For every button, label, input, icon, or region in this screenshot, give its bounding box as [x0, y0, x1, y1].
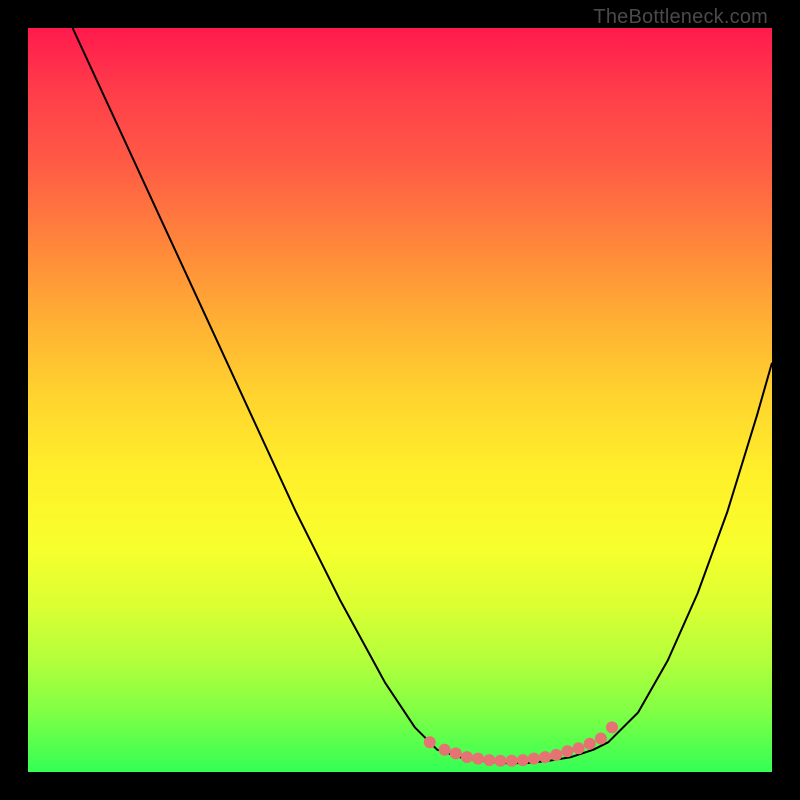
attribution-text: TheBottleneck.com — [593, 6, 768, 29]
gradient-plot-bg — [28, 28, 772, 772]
chart-frame — [28, 28, 772, 772]
